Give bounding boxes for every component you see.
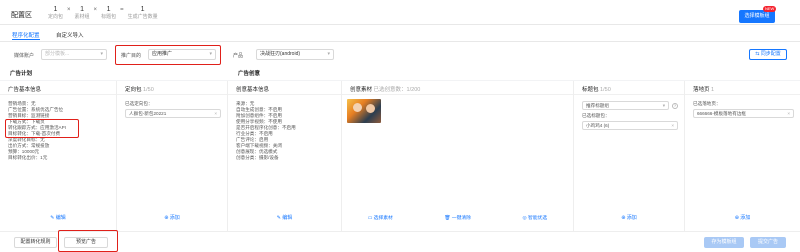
creative-info-list: 来源：无 自动生成创意：不启用 附加创意组件：不启用 使用分享视频：不使用 是否… (236, 101, 296, 160)
config-area-title: 配置区 (11, 12, 32, 19)
folder-icon: ▭ (367, 216, 373, 221)
creative-thumbnail[interactable] (347, 99, 381, 123)
bottom-bar: 配置转化规则 预览广告 存为模板组 提交广告 (0, 230, 800, 252)
targeting-selection: 已选定向包： 人群包-新包20221 × (125, 101, 221, 118)
chevron-down-icon: ▾ (327, 51, 330, 57)
sync-icon: ⇆ (755, 51, 760, 57)
column-targeting: 定向包 1/50 已选定向包： 人群包-新包20221 × ⊕ 添加 (117, 81, 228, 231)
product-label: 产品 (233, 53, 244, 59)
title-pack-item[interactable]: 小鸡鸡4 (6) × (582, 121, 678, 130)
formula-operator: = (120, 7, 124, 13)
column-creative-basic-info: 创意基本信息 来源：无 自动生成创意：不启用 附加创意组件：不启用 使用分享视频… (228, 81, 342, 231)
ad-count-formula: 1 定向包 × 1 素材组 × 1 标题包 = 1 生成广告数量 (48, 6, 158, 21)
formula-term-targeting: 1 定向包 (48, 6, 64, 20)
column-title-pack: 标题包 1/50 推荐标题组 ▾ ? 已选标题包： 小鸡鸡4 (6) × ⊕ 添… (574, 81, 685, 231)
chevron-down-icon: ▾ (100, 51, 103, 57)
tab-programmatic-config[interactable]: 程序化配置 (12, 31, 40, 40)
formula-term-materials: 1 素材组 (74, 6, 90, 20)
smart-icon: ◎ (522, 216, 527, 221)
add-landing-button[interactable]: ⊕ 添加 (685, 214, 800, 221)
promotion-goal-select[interactable]: 应用推广 ▾ (148, 49, 216, 60)
column-title: 落地页 1 (685, 81, 800, 95)
chevron-down-icon: ▾ (662, 103, 665, 108)
column-ad-basic-info: 广告基本信息 营销场景：无 广告位置：系统优选广告位 营销目标：监测链接 下载方… (0, 81, 117, 231)
sync-config-button[interactable]: ⇆ 同步配置 (749, 49, 787, 60)
formula-operator: × (93, 7, 98, 13)
filter-row: 媒体账户 部分模板... ▾ 推广目的 应用推广 ▾ 产品 决战狂刃(andro… (0, 42, 800, 68)
save-as-template-button[interactable]: 存为模板组 (704, 237, 744, 248)
add-targeting-button[interactable]: ⊕ 添加 (117, 214, 227, 221)
column-title: 创意素材 已选创意数：1/200 (342, 81, 573, 95)
column-creative-materials: 创意素材 已选创意数：1/200 ▭ 选择素材 🗑 一键清除 ◎ 智能优选 (342, 81, 574, 231)
column-title: 定向包 1/50 (117, 81, 227, 95)
formula-term-total: 1 生成广告数量 (127, 6, 158, 20)
smart-select-button[interactable]: ◎ 智能优选 (522, 214, 547, 221)
title-select-row: 推荐标题组 ▾ ? (582, 101, 678, 110)
tab-bar: 程序化配置 自定义导入 (0, 25, 800, 42)
top-bar: 配置区 1 定向包 × 1 素材组 × 1 标题包 = 1 生成广告数量 选择模… (0, 0, 800, 25)
edit-creative-info-button[interactable]: ✎ 编辑 (228, 214, 341, 221)
plus-icon: ⊕ (164, 215, 169, 221)
formula-term-titles: 1 标题包 (101, 6, 117, 20)
product-select[interactable]: 决战狂刃(android) ▾ (256, 49, 334, 60)
landing-selection: 已选落地页： 666666-模板落地有边框 × (693, 101, 794, 118)
highlight-box-conversion (5, 119, 79, 138)
column-title: 标题包 1/50 (574, 81, 684, 95)
promotion-goal-label: 推广目的 (121, 53, 142, 59)
media-account-label: 媒体账户 (14, 53, 35, 59)
clear-all-button[interactable]: 🗑 一键清除 (444, 214, 471, 221)
select-material-button[interactable]: ▭ 选择素材 (368, 214, 393, 221)
formula-operator: × (67, 7, 71, 13)
column-landing-page: 落地页 1 已选落地页： 666666-模板落地有边框 × ⊕ 添加 (685, 81, 800, 231)
landing-page-item[interactable]: 666666-模板落地有边框 × (693, 109, 794, 118)
preview-ad-button[interactable]: 预览广告 (64, 237, 108, 248)
section-ad-plan: 广告计划 (0, 68, 228, 80)
config-conversion-rule-button[interactable]: 配置转化规则 (14, 237, 57, 248)
materials-actions: ▭ 选择素材 🗑 一键清除 ◎ 智能优选 (342, 214, 573, 221)
edit-icon: ✎ (276, 215, 281, 221)
title-recommend-select[interactable]: 推荐标题组 ▾ (582, 101, 669, 110)
plus-icon: ⊕ (734, 215, 739, 221)
plus-icon: ⊕ (621, 215, 626, 221)
new-badge: NEW (763, 6, 777, 12)
chevron-down-icon: ▾ (209, 51, 212, 57)
submit-ad-button[interactable]: 提交广告 (750, 237, 786, 248)
column-title: 广告基本信息 (0, 81, 116, 95)
tab-custom-import[interactable]: 自定义导入 (56, 31, 84, 39)
column-title: 创意基本信息 (228, 81, 341, 95)
media-account-select[interactable]: 部分模板... ▾ (41, 49, 107, 60)
trash-icon: 🗑 (444, 216, 451, 221)
edit-icon: ✎ (50, 215, 55, 221)
edit-basic-info-button[interactable]: ✎ 编辑 (0, 214, 116, 221)
close-icon[interactable]: × (787, 110, 790, 117)
targeting-item[interactable]: 人群包-新包20221 × (125, 109, 221, 118)
help-icon[interactable]: ? (672, 102, 678, 109)
close-icon[interactable]: × (671, 122, 674, 129)
close-icon[interactable]: × (214, 110, 217, 117)
add-title-button[interactable]: ⊕ 添加 (574, 214, 684, 221)
section-ad-creative: 广告创意 (228, 68, 800, 80)
title-pack-selection: 推荐标题组 ▾ ? 已选标题包： 小鸡鸡4 (6) × (582, 101, 678, 130)
